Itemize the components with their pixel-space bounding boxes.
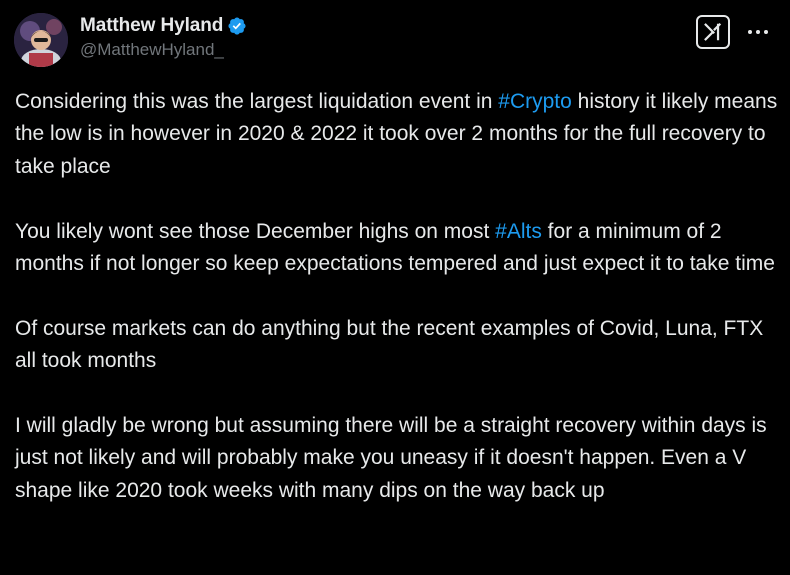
more-dots-icon	[748, 30, 768, 34]
tweet-paragraph: I will gladly be wrong but assuming ther…	[15, 410, 783, 507]
paragraph-text: I will gladly be wrong but assuming ther…	[15, 414, 767, 502]
hashtag-link-alts[interactable]: #Alts	[495, 220, 542, 243]
tweet-header: Matthew Hyland @MatthewHyland_	[14, 12, 776, 70]
author-handle[interactable]: @MatthewHyland_	[80, 40, 247, 60]
verified-badge-icon[interactable]	[227, 16, 247, 36]
tweet-paragraph: Considering this was the largest liquida…	[15, 86, 783, 183]
more-options-button[interactable]	[744, 21, 772, 43]
paragraph-text: You likely wont see those December highs…	[15, 219, 496, 243]
paragraph-text: Of course markets can do anything but th…	[15, 316, 764, 373]
grok-icon	[704, 22, 722, 41]
grok-button[interactable]	[696, 15, 730, 49]
tweet-text: Considering this was the largest liquida…	[15, 86, 783, 540]
avatar[interactable]	[14, 13, 68, 67]
hashtag-link-crypto[interactable]: #Crypto	[498, 90, 572, 113]
display-name[interactable]: Matthew Hyland	[80, 15, 223, 37]
tweet-paragraph: You likely wont see those December highs…	[15, 216, 783, 281]
tweet-paragraph: Of course markets can do anything but th…	[15, 313, 783, 378]
paragraph-text: Considering this was the largest liquida…	[15, 90, 499, 113]
display-name-row: Matthew Hyland	[80, 14, 247, 38]
author-names: Matthew Hyland @MatthewHyland_	[80, 14, 247, 60]
